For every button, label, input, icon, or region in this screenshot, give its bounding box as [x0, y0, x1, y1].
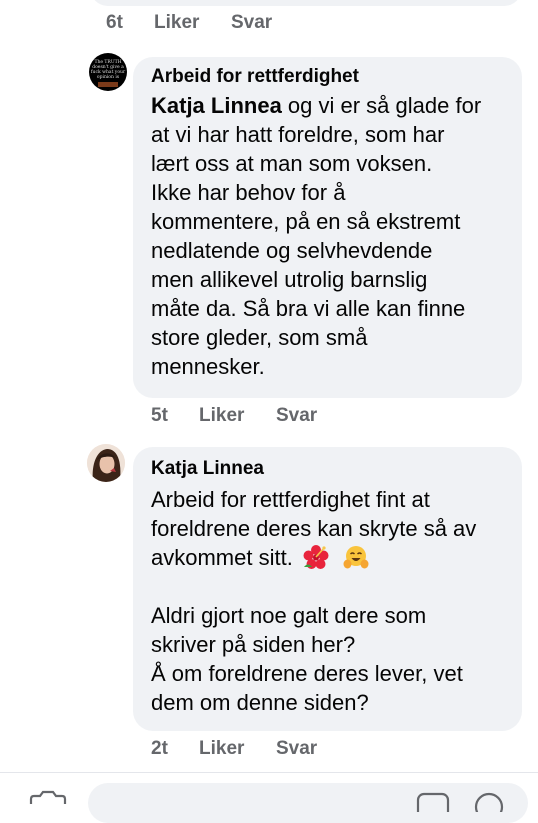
comment-line: men allikevel utrolig barnslig [151, 267, 428, 292]
comment-bubble[interactable]: Arbeid for rettferdighet Katja Linnea og… [133, 57, 522, 398]
reply-button[interactable]: Svar [276, 405, 317, 427]
reply-button[interactable]: Svar [231, 12, 272, 34]
comment-line: foreldrene deres kan skryte så av [151, 516, 477, 541]
comment-author[interactable]: Katja Linnea [151, 458, 264, 480]
like-button[interactable]: Liker [199, 738, 244, 760]
gif-sticker-icon[interactable] [416, 792, 450, 812]
comment-line: nedlatende og selvhevdende [151, 238, 433, 263]
comment-line: lært oss at man som voksen. [151, 151, 433, 176]
comment-time: 5t [151, 405, 168, 426]
avatar[interactable] [87, 444, 125, 482]
comment-line: at vi har hatt foreldre, som har [151, 122, 445, 147]
comment-line: Aldri gjort noe galt dere som [151, 603, 427, 628]
avatar-detail [98, 82, 118, 87]
avatar-text: The TRUTH doesn't give a fuck what your … [90, 60, 126, 80]
comment-line: kommentere, på en så ekstremt [151, 209, 461, 234]
avatar[interactable]: The TRUTH doesn't give a fuck what your … [89, 53, 127, 91]
reply-button[interactable]: Svar [276, 738, 317, 760]
comment-line: mennesker. [151, 354, 265, 379]
comment-line: skriver på siden her? [151, 632, 356, 657]
hibiscus-emoji [303, 545, 329, 569]
composer-divider [0, 772, 538, 773]
comment-bubble[interactable]: Katja Linnea Arbeid for rettferdighet fi… [133, 447, 522, 731]
like-button[interactable]: Liker [154, 12, 199, 34]
smiling-face-with-open-hands-emoji [343, 546, 369, 569]
comment-line: Arbeid for rettferdighet fint at [151, 487, 430, 512]
comment-line: avkommet sitt. [151, 545, 369, 571]
like-button[interactable]: Liker [199, 405, 244, 427]
comment-line: Katja Linnea og vi er så glade for [151, 93, 482, 118]
comment-line: Ikke har behov for å [151, 180, 346, 205]
comment-line: Å om foreldrene deres lever, vet [151, 661, 463, 686]
avatar-photo [87, 444, 125, 482]
previous-comment-bubble [90, 0, 522, 6]
comment-input[interactable] [88, 783, 528, 823]
comment-time: 6t [106, 12, 123, 33]
comment-author[interactable]: Arbeid for rettferdighet [151, 66, 359, 88]
emoji-icon[interactable] [472, 792, 506, 812]
comment-time: 2t [151, 738, 168, 759]
comment-line: store gleder, som små [151, 325, 368, 350]
comment-line: dem om denne siden? [151, 690, 369, 715]
mention-link[interactable]: Katja Linnea [151, 93, 282, 118]
comment-line: måte da. Så bra vi alle kan finne [151, 296, 466, 321]
